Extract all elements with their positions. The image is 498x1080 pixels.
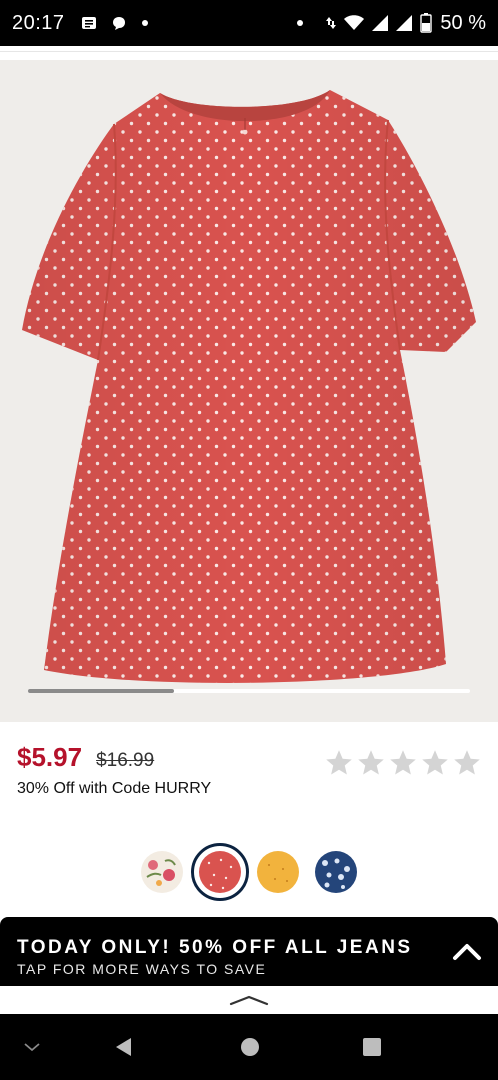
keyboard-hide-button[interactable] bbox=[18, 1014, 46, 1080]
recents-square-icon bbox=[363, 1038, 381, 1056]
color-swatches bbox=[0, 843, 498, 903]
carousel-indicator bbox=[28, 689, 174, 693]
status-time: 20:17 bbox=[12, 11, 65, 34]
signal-icon bbox=[372, 15, 389, 31]
promo-banner[interactable]: TODAY ONLY! 50% OFF ALL JEANS TAP FOR MO… bbox=[0, 917, 498, 986]
sale-price: $5.97 bbox=[17, 742, 83, 772]
chevron-up-icon[interactable] bbox=[452, 941, 482, 963]
dress-illustration bbox=[22, 90, 476, 683]
top-strip bbox=[0, 46, 498, 60]
signal-icon bbox=[396, 15, 413, 31]
product-image[interactable] bbox=[0, 60, 498, 722]
floral-pattern-icon bbox=[146, 859, 176, 886]
back-button[interactable] bbox=[110, 1014, 138, 1080]
star-icon bbox=[326, 750, 352, 775]
battery-icon bbox=[420, 13, 433, 33]
back-triangle-icon bbox=[116, 1038, 131, 1056]
swatch-navy-floral[interactable] bbox=[315, 851, 357, 893]
banner-subtitle: TAP FOR MORE WAYS TO SAVE bbox=[17, 961, 267, 977]
swatch-floral-cream[interactable] bbox=[141, 851, 183, 893]
recents-button[interactable] bbox=[358, 1014, 386, 1080]
home-circle-icon bbox=[241, 1038, 259, 1056]
original-price: $16.99 bbox=[96, 750, 155, 771]
chat-icon bbox=[111, 15, 127, 31]
system-nav-bar bbox=[0, 1014, 498, 1080]
data-arrows-icon bbox=[326, 15, 337, 31]
rating-stars[interactable] bbox=[324, 748, 482, 778]
swatch-mustard[interactable] bbox=[257, 851, 299, 893]
promo-code-text: 30% Off with Code HURRY bbox=[17, 780, 212, 797]
chevron-down-icon bbox=[24, 1043, 40, 1052]
floral-pattern-icon bbox=[322, 858, 350, 889]
home-button[interactable] bbox=[236, 1014, 264, 1080]
swatch-coral-dot[interactable] bbox=[199, 851, 241, 893]
star-icon bbox=[358, 750, 384, 775]
wifi-icon bbox=[344, 15, 365, 31]
banner-title: TODAY ONLY! 50% OFF ALL JEANS bbox=[17, 937, 413, 958]
battery-percent: 50 % bbox=[440, 11, 486, 34]
pull-up-handle-icon[interactable] bbox=[228, 993, 270, 1007]
star-icon bbox=[390, 750, 416, 775]
divider bbox=[0, 51, 498, 52]
notes-icon bbox=[81, 16, 97, 30]
dot-icon bbox=[141, 19, 149, 27]
star-icon bbox=[422, 750, 448, 775]
star-icon bbox=[454, 750, 480, 775]
price-row: $5.97 $16.99 bbox=[17, 742, 154, 773]
dot-icon bbox=[296, 19, 304, 27]
dot-pattern-icon bbox=[207, 858, 233, 890]
dot-pattern-icon bbox=[268, 864, 288, 882]
status-bar: 20:17 50 % bbox=[0, 0, 498, 46]
